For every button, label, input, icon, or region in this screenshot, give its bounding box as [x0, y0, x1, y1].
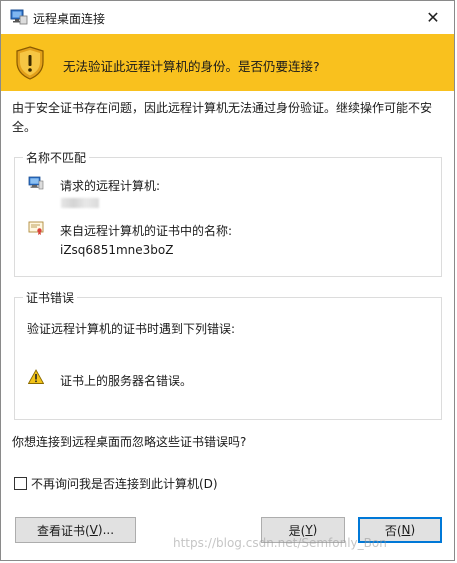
certificate-icon [28, 221, 44, 235]
cert-errors-group: 证书错误 验证远程计算机的证书时遇到下列错误: 证书上的服务器名错误。 [14, 289, 442, 420]
name-mismatch-title: 名称不匹配 [23, 149, 90, 166]
banner-message: 无法验证此远程计算机的身份。是否仍要连接? [63, 59, 320, 74]
security-description: 由于安全证书存在问题，因此远程计算机无法通过身份验证。继续操作可能不安全。 [12, 101, 433, 134]
cert-error-item: 证书上的服务器名错误。 [60, 374, 193, 388]
view-certificate-button[interactable]: 查看证书(V)... [15, 517, 136, 543]
view-cert-label-post: )... [97, 523, 115, 537]
warning-banner: 无法验证此远程计算机的身份。是否仍要连接? [1, 34, 454, 91]
no-accesskey: N [401, 523, 411, 537]
no-label-post: ) [410, 523, 416, 537]
window-title: 远程桌面连接 [33, 12, 106, 26]
watermark-text: https://blog.csdn.net/Semfonly_Bon [173, 536, 387, 550]
confirm-question: 你想连接到远程桌面而忽略这些证书错误吗? [12, 435, 247, 449]
warning-shield-icon [16, 46, 44, 80]
cert-name-label: 来自远程计算机的证书中的名称: [60, 224, 233, 238]
cert-errors-intro: 验证远程计算机的证书时遇到下列错误: [27, 322, 236, 336]
dialog-window: 远程桌面连接 ✕ 无法验证此远程计算机的身份。是否仍要连接? 由于安全证书存在问… [0, 0, 455, 561]
dont-ask-checkbox[interactable] [14, 477, 27, 490]
view-cert-label-pre: 查看证书( [36, 523, 90, 538]
no-label-pre: 否( [384, 523, 402, 538]
computer-icon [28, 176, 44, 190]
yes-label-post: ) [312, 523, 318, 537]
cert-errors-title: 证书错误 [23, 289, 78, 306]
requested-computer-label: 请求的远程计算机: [60, 179, 161, 193]
dont-ask-label[interactable]: 不再询问我是否连接到此计算机(D) [31, 475, 218, 492]
yes-accesskey: Y [305, 523, 313, 537]
name-mismatch-group: 名称不匹配 请求的远程计算机: 来自远程计算机的证书中的名称: iZsq6851… [14, 149, 442, 277]
close-icon: ✕ [426, 7, 440, 27]
cert-name-value: iZsq6851mne3boZ [60, 243, 174, 257]
view-cert-accesskey: V [89, 523, 98, 537]
title-bar[interactable]: 远程桌面连接 ✕ [1, 1, 454, 34]
close-button[interactable]: ✕ [420, 5, 446, 29]
warning-icon [28, 369, 44, 384]
redacted-computer-name [61, 198, 99, 208]
remote-desktop-icon [10, 9, 28, 25]
